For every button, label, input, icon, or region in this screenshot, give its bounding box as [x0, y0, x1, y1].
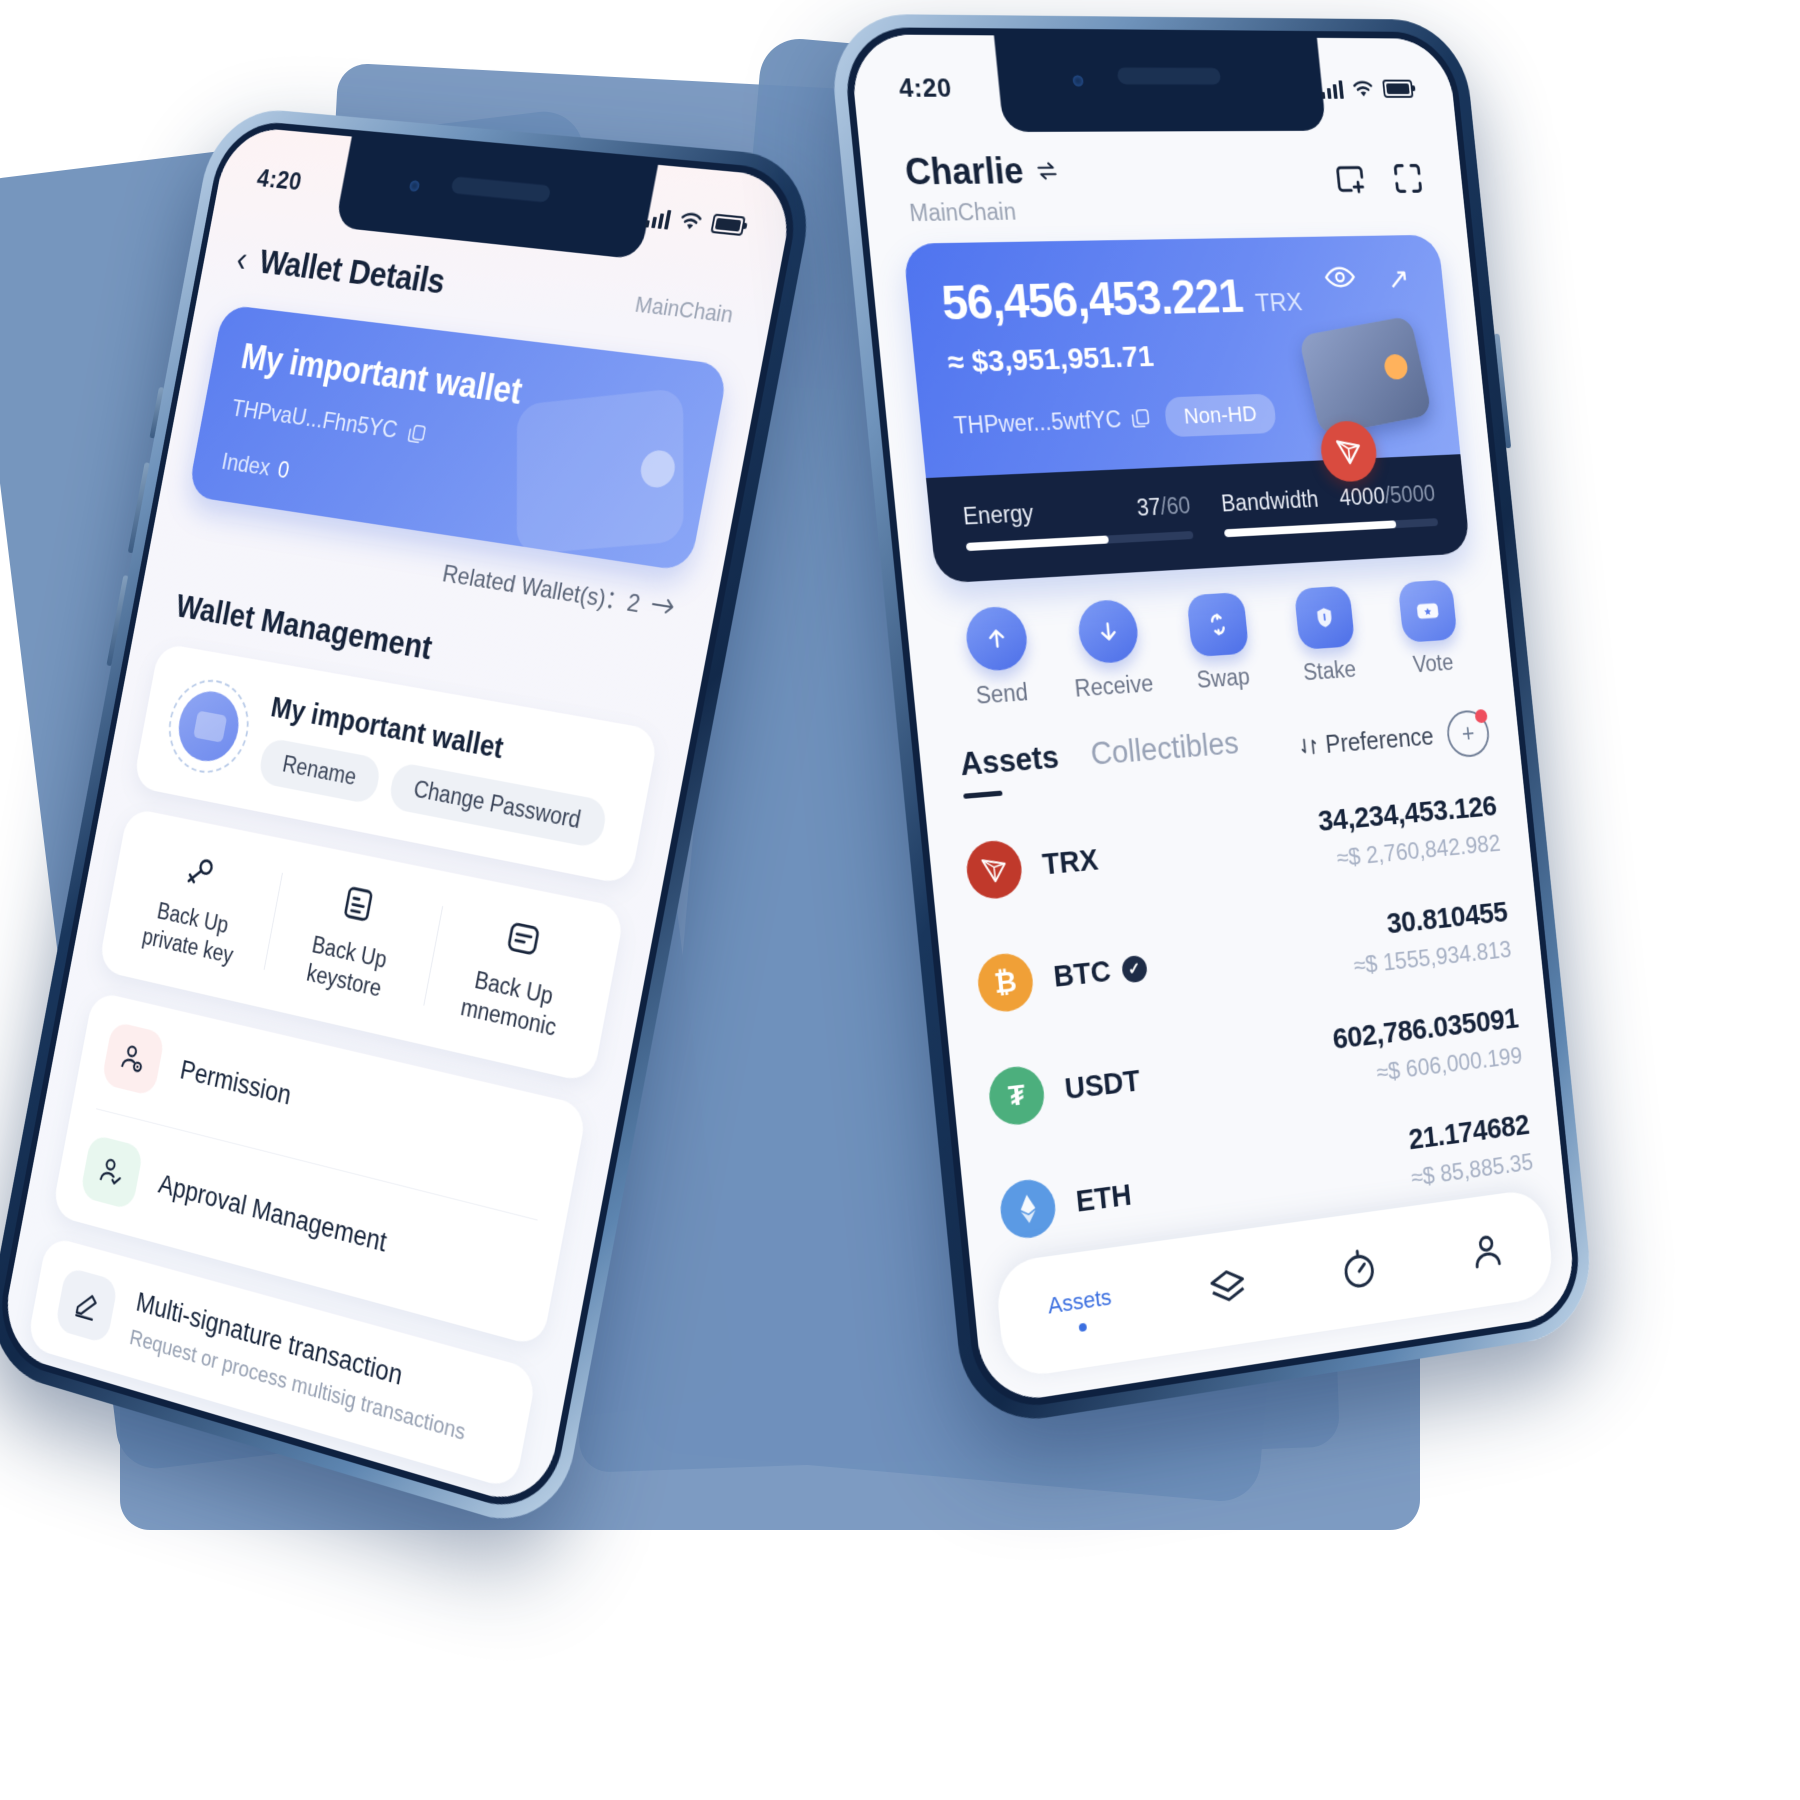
backup-keystore-button[interactable]: Back Up keystore [262, 865, 444, 1013]
chain-label: MainChain [633, 291, 736, 328]
asset-fiat: ≈$ 2,760,842.982 [1335, 830, 1502, 873]
approval-user-check-icon [79, 1133, 144, 1210]
account-address[interactable]: THPwer...5wtfYC [953, 405, 1152, 440]
asset-fiat: ≈$ 1555,934.813 [1352, 936, 1513, 980]
pencil-icon [54, 1266, 119, 1344]
arrow-down-icon [1076, 598, 1141, 665]
active-dot-icon [1078, 1322, 1087, 1333]
wallet-address: THPvaU...Fhn5YC [229, 395, 400, 444]
asset-symbol: BTTOLD [1090, 1282, 1204, 1332]
copy-icon [405, 422, 428, 446]
swap-icon [1186, 591, 1250, 658]
tab-indicator [963, 790, 1003, 799]
account-header: Charlie MainChain [858, 130, 1465, 228]
swap-account-icon [1033, 158, 1060, 184]
ethereum-icon [997, 1176, 1058, 1242]
tab-assets[interactable]: Assets [959, 739, 1061, 784]
layers-icon [1205, 1264, 1250, 1314]
asset-amount: 21.174682 [1407, 1108, 1531, 1157]
tether-icon: ₮ [986, 1063, 1047, 1128]
account-name: Charlie [903, 150, 1026, 193]
screenshot-root: 4:20 ‹ Wallet Details MainChain My impor… [0, 0, 1800, 1800]
wifi-icon [1351, 80, 1376, 97]
verified-badge-icon: ✓ [1120, 954, 1148, 984]
permission-label: Permission [177, 1054, 294, 1111]
page-title: Wallet Details [256, 242, 448, 302]
add-token-button[interactable]: + [1445, 708, 1492, 759]
backup-private-key-button[interactable]: Back Up private key [109, 833, 283, 977]
asset-symbol: ETH [1074, 1178, 1133, 1219]
battery-icon [1382, 79, 1414, 99]
status-bar-right: 4:20 [848, 34, 1456, 132]
add-wallet-icon[interactable] [1331, 160, 1370, 199]
arrow-right-icon [649, 594, 677, 616]
account-switcher[interactable]: Charlie [903, 150, 1061, 194]
asset-symbol: BTC [1052, 954, 1113, 994]
receive-button[interactable]: Receive [1053, 597, 1168, 704]
hd-badge: Non-HD [1163, 393, 1277, 438]
balance-unit: TRX [1253, 286, 1304, 318]
battery-icon [710, 213, 746, 237]
copy-icon [1129, 407, 1152, 430]
bittorrent-icon [1009, 1286, 1074, 1358]
tabbar-item-assets[interactable]: Assets [1047, 1284, 1115, 1336]
backup-mnemonic-button[interactable]: Back Up mnemonic [422, 898, 613, 1051]
scan-qr-icon[interactable] [1389, 159, 1428, 198]
send-button[interactable]: Send [939, 604, 1057, 712]
ticket-icon [1397, 579, 1458, 643]
status-time: 4:20 [897, 72, 954, 104]
balance-card: 56,456,453.221 TRX ≈ $3,951,951.71 THPwe… [902, 234, 1471, 584]
swap-button[interactable]: Swap [1163, 591, 1275, 696]
asset-list: TRX 34,234,453.126 ≈$ 2,760,842.982 ₿ BT… [924, 753, 1577, 1407]
resource-bandwidth: Bandwidth 4000/5000 [1220, 481, 1439, 538]
resource-energy: Energy 37/60 [962, 492, 1194, 552]
sort-icon [1298, 735, 1320, 758]
chain-label: MainChain [908, 198, 1018, 227]
explore-icon [1338, 1245, 1382, 1294]
profile-icon [1466, 1227, 1509, 1275]
mnemonic-icon [442, 900, 605, 979]
asset-amount: 34,234,453.126 [1316, 789, 1499, 838]
asset-symbol: TRX [1040, 843, 1100, 882]
tabbar-item-layers[interactable] [1205, 1264, 1250, 1314]
eye-icon[interactable] [1324, 265, 1356, 289]
tabbar-item-profile[interactable] [1466, 1227, 1509, 1275]
permission-user-icon [101, 1020, 166, 1097]
shield-icon [1293, 585, 1355, 650]
status-time: 4:20 [254, 163, 305, 197]
signal-icon [1320, 79, 1344, 99]
rename-button[interactable]: Rename [257, 737, 383, 806]
tab-collectibles[interactable]: Collectibles [1089, 725, 1242, 788]
asset-symbol: USDT [1063, 1064, 1142, 1106]
wallet-3d-image [1298, 315, 1433, 437]
stake-button[interactable]: Stake [1271, 584, 1380, 688]
tron-icon [964, 838, 1025, 902]
vote-button[interactable]: Vote [1376, 578, 1483, 680]
arrow-up-right-icon[interactable]: ↗ [1386, 262, 1411, 296]
bitcoin-icon: ₿ [975, 951, 1036, 1015]
asset-fiat: ≈$ 85,885.35 [1409, 1149, 1535, 1192]
wifi-icon [677, 211, 705, 230]
sun-icon [1020, 1399, 1085, 1407]
change-password-button[interactable]: Change Password [387, 761, 609, 850]
balance-amount: 56,456,453.221 [939, 270, 1245, 331]
asset-amount: 30.810455 [1385, 895, 1509, 941]
back-button[interactable]: ‹ [233, 239, 250, 279]
approval-management-label: Approval Management [156, 1168, 389, 1258]
related-wallets-label: Related Wallet(s)：2 [440, 560, 643, 619]
signal-icon [644, 207, 672, 230]
tabbar-item-explore[interactable] [1338, 1245, 1382, 1294]
preference-button[interactable]: Preference [1297, 722, 1435, 761]
wallet-avatar-icon [161, 673, 257, 780]
arrow-up-icon [963, 605, 1030, 673]
